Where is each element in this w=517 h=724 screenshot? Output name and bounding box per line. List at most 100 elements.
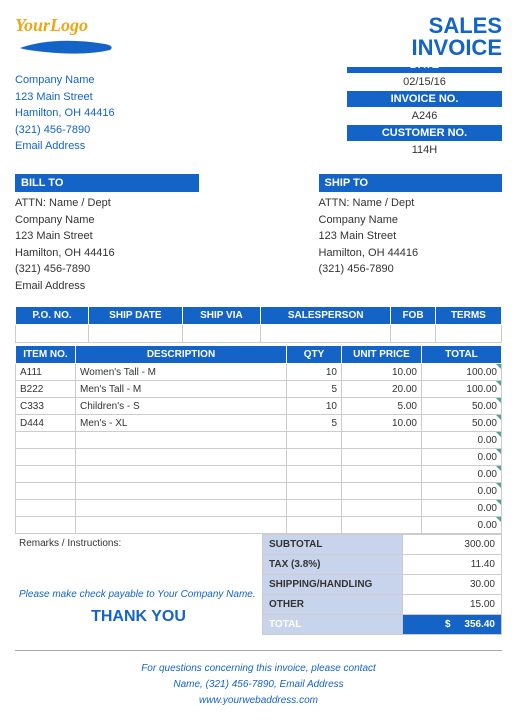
addresses: BILL TO ATTN: Name / Dept Company Name 1… — [15, 174, 502, 294]
item-total: 100.00 — [422, 364, 502, 381]
footer-line-1: For questions concerning this invoice, p… — [15, 661, 502, 677]
item-no[interactable] — [16, 449, 76, 466]
item-qty[interactable]: 10 — [287, 364, 342, 381]
item-desc[interactable]: Men's - XL — [76, 415, 287, 432]
invoice-title: SALES INVOICE — [412, 15, 502, 59]
item-qty[interactable]: 10 — [287, 398, 342, 415]
po-cell[interactable] — [16, 325, 89, 343]
item-row-empty: 0.00 — [16, 449, 502, 466]
item-desc[interactable] — [76, 517, 287, 534]
subtotal-value: 300.00 — [403, 535, 502, 555]
customer-no-label: CUSTOMER NO. — [347, 125, 502, 141]
item-price[interactable]: 5.00 — [342, 398, 422, 415]
item-no[interactable]: B222 — [16, 381, 76, 398]
other-label: OTHER — [263, 595, 403, 615]
item-price[interactable] — [342, 517, 422, 534]
item-total: 0.00 — [422, 483, 502, 500]
shipvia-header: SHIP VIA — [182, 307, 260, 325]
shipping-value: 30.00 — [403, 575, 502, 595]
item-price[interactable] — [342, 483, 422, 500]
item-no[interactable]: A111 — [16, 364, 76, 381]
remarks-column: Remarks / Instructions: Please make chec… — [15, 534, 262, 635]
itemno-header: ITEM NO. — [16, 346, 76, 364]
item-price[interactable] — [342, 500, 422, 517]
item-no[interactable] — [16, 466, 76, 483]
items-table: ITEM NO. DESCRIPTION QTY UNIT PRICE TOTA… — [15, 345, 502, 534]
item-desc[interactable]: Men's Tall - M — [76, 381, 287, 398]
item-row: D444Men's - XL510.0050.00 — [16, 415, 502, 432]
totals-column: SUBTOTAL300.00 TAX (3.8%)11.40 SHIPPING/… — [262, 534, 502, 635]
item-qty[interactable]: 5 — [287, 415, 342, 432]
item-no[interactable]: C333 — [16, 398, 76, 415]
bottom-section: Remarks / Instructions: Please make chec… — [15, 534, 502, 635]
fob-header: FOB — [391, 307, 435, 325]
item-no[interactable] — [16, 517, 76, 534]
bill-to-company: Company Name — [15, 212, 199, 229]
item-qty[interactable] — [287, 483, 342, 500]
item-no[interactable]: D444 — [16, 415, 76, 432]
invoice-no-value: A246 — [347, 107, 502, 125]
item-desc[interactable] — [76, 466, 287, 483]
item-desc[interactable]: Women's Tall - M — [76, 364, 287, 381]
ship-to-attn: ATTN: Name / Dept — [319, 195, 503, 212]
bill-to-street: 123 Main Street — [15, 228, 199, 245]
shipvia-cell[interactable] — [182, 325, 260, 343]
total-value: $ 356.40 — [403, 615, 502, 635]
item-row-empty: 0.00 — [16, 466, 502, 483]
thank-you: THANK YOU — [19, 608, 258, 626]
item-desc[interactable] — [76, 432, 287, 449]
salesperson-cell[interactable] — [261, 325, 391, 343]
footer: For questions concerning this invoice, p… — [15, 650, 502, 709]
invoice-no-label: INVOICE NO. — [347, 91, 502, 107]
item-qty[interactable] — [287, 466, 342, 483]
footer-line-2: Name, (321) 456-7890, Email Address — [15, 677, 502, 693]
item-price[interactable] — [342, 449, 422, 466]
item-desc[interactable] — [76, 449, 287, 466]
item-qty[interactable] — [287, 500, 342, 517]
item-qty[interactable] — [287, 432, 342, 449]
item-qty[interactable] — [287, 449, 342, 466]
item-no[interactable] — [16, 483, 76, 500]
item-price[interactable]: 20.00 — [342, 381, 422, 398]
fob-cell[interactable] — [391, 325, 435, 343]
desc-header: DESCRIPTION — [76, 346, 287, 364]
customer-no-value: 114H — [347, 141, 502, 159]
item-desc[interactable] — [76, 500, 287, 517]
logo-area: YourLogo — [15, 15, 135, 59]
ship-to-body: ATTN: Name / Dept Company Name 123 Main … — [319, 192, 503, 278]
item-price[interactable] — [342, 432, 422, 449]
title-line-1: SALES — [412, 15, 502, 37]
shipping-label: SHIPPING/HANDLING — [263, 575, 403, 595]
item-total: 0.00 — [422, 449, 502, 466]
item-price[interactable] — [342, 466, 422, 483]
ship-to-header: SHIP TO — [319, 174, 503, 192]
footer-web: www.yourwebaddress.com — [15, 693, 502, 709]
item-desc[interactable]: Children's - S — [76, 398, 287, 415]
item-qty[interactable]: 5 — [287, 381, 342, 398]
logo: YourLogo — [15, 15, 135, 36]
ship-to-block: SHIP TO ATTN: Name / Dept Company Name 1… — [319, 174, 503, 294]
item-row-empty: 0.00 — [16, 432, 502, 449]
item-qty[interactable] — [287, 517, 342, 534]
item-desc[interactable] — [76, 483, 287, 500]
order-info-row — [16, 325, 502, 343]
order-info-table: P.O. NO. SHIP DATE SHIP VIA SALESPERSON … — [15, 306, 502, 343]
item-row-empty: 0.00 — [16, 517, 502, 534]
unitprice-header: UNIT PRICE — [342, 346, 422, 364]
item-row-empty: 0.00 — [16, 483, 502, 500]
bill-to-header: BILL TO — [15, 174, 199, 192]
shipdate-cell[interactable] — [89, 325, 183, 343]
salesperson-header: SALESPERSON — [261, 307, 391, 325]
terms-header: TERMS — [435, 307, 501, 325]
item-price[interactable]: 10.00 — [342, 415, 422, 432]
terms-cell[interactable] — [435, 325, 501, 343]
ship-to-phone: (321) 456-7890 — [319, 261, 503, 278]
item-total: 50.00 — [422, 398, 502, 415]
item-total: 0.00 — [422, 466, 502, 483]
item-no[interactable] — [16, 500, 76, 517]
item-no[interactable] — [16, 432, 76, 449]
item-price[interactable]: 10.00 — [342, 364, 422, 381]
total-label: TOTAL — [263, 615, 403, 635]
tax-value: 11.40 — [403, 555, 502, 575]
item-row: B222Men's Tall - M520.00100.00 — [16, 381, 502, 398]
